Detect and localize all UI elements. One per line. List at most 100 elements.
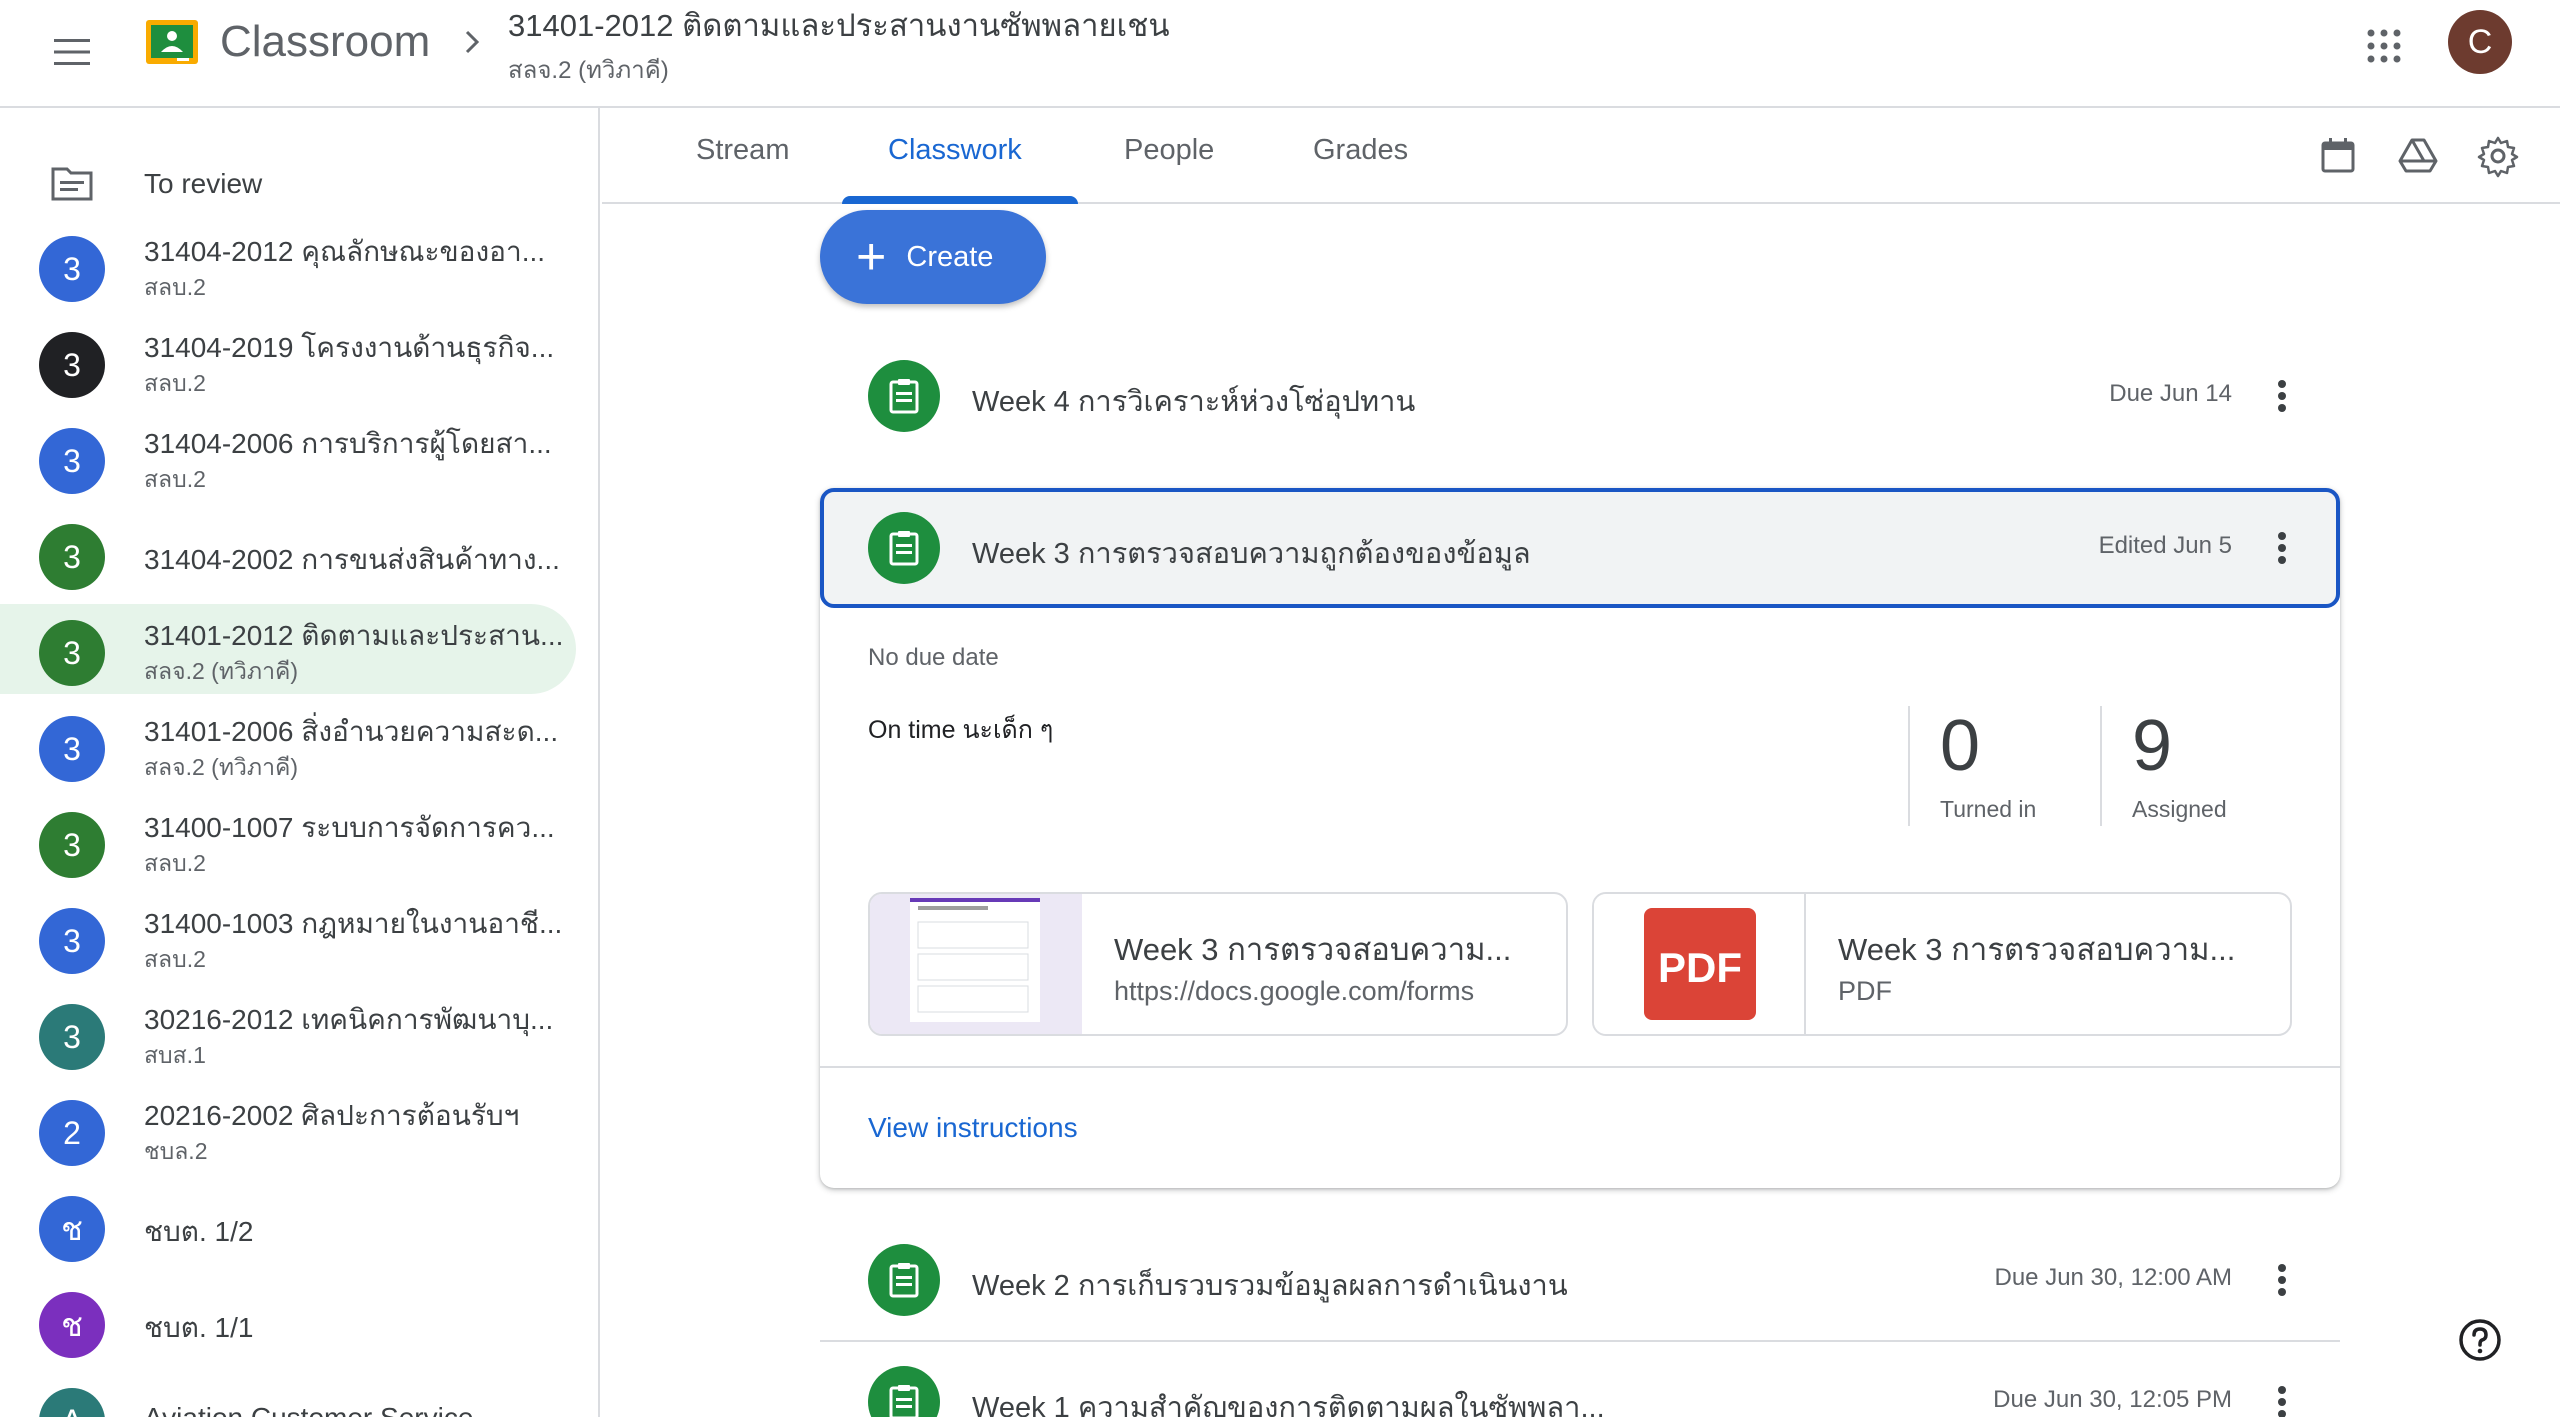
- more-options-icon[interactable]: [2260, 1380, 2304, 1417]
- class-name: 20216-2002 ศิลปะการต้อนรับฯ: [144, 1100, 520, 1131]
- sidebar-class-item[interactable]: 3 31404-2012 คุณลักษณะของอา... สลบ.2: [0, 220, 576, 310]
- tab-classwork[interactable]: Classwork: [888, 134, 1022, 167]
- sidebar-nav: To review 3 31404-2012 คุณลักษณะของอา...…: [0, 108, 600, 1417]
- class-badge: A: [39, 1388, 105, 1417]
- stat-divider: [1908, 706, 1910, 826]
- assignment-icon: [868, 1366, 940, 1417]
- assignment-icon: [868, 512, 940, 584]
- more-options-icon[interactable]: [2260, 374, 2304, 418]
- assignment-title: Week 1 ความสำคัญของการติดตามผลในซัพพลา..…: [972, 1392, 1605, 1417]
- assignment-icon: [868, 360, 940, 432]
- calendar-icon[interactable]: [2316, 134, 2360, 178]
- attachment-type: PDF: [1838, 976, 1892, 1006]
- class-badge: 3: [39, 524, 105, 590]
- sidebar-item-label: To review: [144, 168, 263, 199]
- class-name: 31404-2002 การขนส่งสินค้าทาง...: [144, 544, 560, 575]
- assignment-row-week1[interactable]: Week 1 ความสำคัญของการติดตามผลในซัพพลา..…: [820, 1344, 2340, 1417]
- class-badge: 3: [39, 716, 105, 782]
- assignment-title: Week 4 การวิเคราะห์ห่วงโซ่อุปทาน: [972, 386, 1416, 418]
- class-badge: 3: [39, 908, 105, 974]
- assignment-row-week4[interactable]: Week 4 การวิเคราะห์ห่วงโซ่อุปทาน Due Jun…: [820, 338, 2340, 454]
- class-section: สลบ.2: [144, 466, 206, 492]
- class-badge: 3: [39, 236, 105, 302]
- class-name: 31401-2006 สิ่งอำนวยความสะด...: [144, 716, 559, 747]
- sidebar-class-item[interactable]: ช ชบต. 1/2: [0, 1180, 576, 1270]
- breadcrumb-chevron-icon: [452, 22, 492, 62]
- assignment-title: Week 3 การตรวจสอบความถูกต้องของข้อมูล: [972, 538, 1531, 570]
- sidebar-class-item[interactable]: 3 31400-1007 ระบบการจัดการคว... สลบ.2: [0, 796, 576, 886]
- class-badge: 3: [39, 332, 105, 398]
- assigned-count[interactable]: 9: [2132, 710, 2172, 782]
- account-avatar[interactable]: C: [2448, 10, 2512, 74]
- assignment-title: Week 2 การเก็บรวบรวมข้อมูลผลการดำเนินงาน: [972, 1270, 1568, 1302]
- google-apps-icon[interactable]: [2352, 14, 2416, 78]
- sidebar-class-item[interactable]: ช ชบต. 1/1: [0, 1276, 576, 1366]
- class-badge: 3: [39, 620, 105, 686]
- more-options-icon[interactable]: [2260, 526, 2304, 570]
- top-app-bar: Classroom 31401-2012 ติดตามและประสานงานซ…: [0, 0, 2560, 108]
- folder-review-icon: [50, 166, 94, 207]
- class-name: 31401-2012 ติดตามและประสาน...: [144, 620, 564, 651]
- class-section: สลบ.2: [144, 274, 206, 300]
- view-instructions-link[interactable]: View instructions: [868, 1112, 1078, 1144]
- sidebar-class-item[interactable]: 3 31404-2006 การบริการผู้โดยสา... สลบ.2: [0, 412, 576, 502]
- assignment-expanded-week3: Week 3 การตรวจสอบความถูกต้องของข้อมูล Ed…: [820, 488, 2340, 1188]
- sidebar-class-item[interactable]: 3 30216-2012 เทคนิคการพัฒนาบุ... สบส.1: [0, 988, 576, 1078]
- create-label: Create: [906, 240, 994, 273]
- pdf-thumbnail: PDF: [1594, 894, 1806, 1034]
- sidebar-class-item[interactable]: 2 20216-2002 ศิลปะการต้อนรับฯ ชบล.2: [0, 1084, 576, 1174]
- assignment-row-week3[interactable]: Week 3 การตรวจสอบความถูกต้องของข้อมูล Ed…: [820, 488, 2340, 608]
- class-section: สลจ.2 (ทวิภาคี): [144, 658, 299, 684]
- class-section: สลบ.2: [144, 850, 206, 876]
- main-menu-icon[interactable]: [42, 22, 102, 82]
- course-title[interactable]: 31401-2012 ติดตามและประสานงานซัพพลายเชน: [508, 6, 1170, 46]
- settings-gear-icon[interactable]: [2476, 134, 2520, 178]
- class-name: ชบต. 1/2: [144, 1216, 254, 1247]
- attachment-title: Week 3 การตรวจสอบความ...: [1838, 932, 2236, 967]
- class-section: สลจ.2 (ทวิภาคี): [144, 754, 299, 780]
- assignment-edited: Edited Jun 5: [2098, 532, 2232, 559]
- class-section: ชบล.2: [144, 1138, 208, 1164]
- app-title[interactable]: Classroom: [220, 16, 430, 68]
- stat-divider: [2100, 706, 2102, 826]
- sidebar-class-item[interactable]: 3 31404-2019 โครงงานด้านธุรกิจ... สลบ.2: [0, 316, 576, 406]
- class-name: 31400-1003 กฎหมายในงานอาชี...: [144, 908, 563, 939]
- tab-grades[interactable]: Grades: [1313, 134, 1408, 167]
- more-options-icon[interactable]: [2260, 1258, 2304, 1302]
- classroom-logo-icon[interactable]: [144, 18, 200, 68]
- sidebar-class-item[interactable]: 3 31401-2006 สิ่งอำนวยความสะด... สลจ.2 (…: [0, 700, 576, 790]
- class-name: 31404-2006 การบริการผู้โดยสา...: [144, 428, 552, 459]
- attachment-google-form[interactable]: Week 3 การตรวจสอบความ... https://docs.go…: [868, 892, 1568, 1036]
- sidebar-class-item[interactable]: 3 31404-2002 การขนส่งสินค้าทาง...: [0, 508, 576, 598]
- assignment-due: Due Jun 30, 12:05 PM: [1993, 1386, 2232, 1413]
- turned-in-count[interactable]: 0: [1940, 710, 1980, 782]
- sidebar-item-to-review[interactable]: To review: [0, 146, 580, 220]
- class-name: 31404-2019 โครงงานด้านธุรกิจ...: [144, 332, 555, 363]
- google-drive-icon[interactable]: [2396, 134, 2440, 178]
- create-button[interactable]: + Create: [820, 210, 1046, 304]
- tab-people[interactable]: People: [1124, 134, 1214, 167]
- class-badge: 3: [39, 428, 105, 494]
- calendar-partial-icon: [50, 108, 90, 116]
- plus-icon: +: [856, 228, 887, 286]
- assignment-icon: [868, 1244, 940, 1316]
- sidebar-class-item[interactable]: 3 31400-1003 กฎหมายในงานอาชี... สลบ.2: [0, 892, 576, 982]
- assignment-row-week2[interactable]: Week 2 การเก็บรวบรวมข้อมูลผลการดำเนินงาน…: [820, 1222, 2340, 1338]
- tab-stream[interactable]: Stream: [696, 134, 789, 167]
- attachment-pdf[interactable]: PDF Week 3 การตรวจสอบความ... PDF: [1592, 892, 2292, 1036]
- class-name: 31400-1007 ระบบการจัดการคว...: [144, 812, 555, 843]
- class-section: สลบ.2: [144, 946, 206, 972]
- assignment-due: Due Jun 14: [2109, 380, 2232, 407]
- active-tab-indicator: [842, 196, 1078, 204]
- card-divider: [820, 1066, 2340, 1068]
- sidebar-class-item-active[interactable]: 3 31401-2012 ติดตามและประสาน... สลจ.2 (ท…: [0, 604, 576, 694]
- sidebar-class-item[interactable]: A Aviation Customer Service: [0, 1372, 576, 1417]
- class-badge: ช: [39, 1196, 105, 1262]
- course-section: สลจ.2 (ทวิภาคี): [508, 57, 669, 84]
- help-icon[interactable]: [2456, 1316, 2504, 1364]
- form-thumbnail: [870, 894, 1082, 1034]
- class-badge: 3: [39, 812, 105, 878]
- class-name: ชบต. 1/1: [144, 1312, 254, 1343]
- attachment-url: https://docs.google.com/forms: [1114, 976, 1475, 1006]
- attachment-title: Week 3 การตรวจสอบความ...: [1114, 932, 1512, 967]
